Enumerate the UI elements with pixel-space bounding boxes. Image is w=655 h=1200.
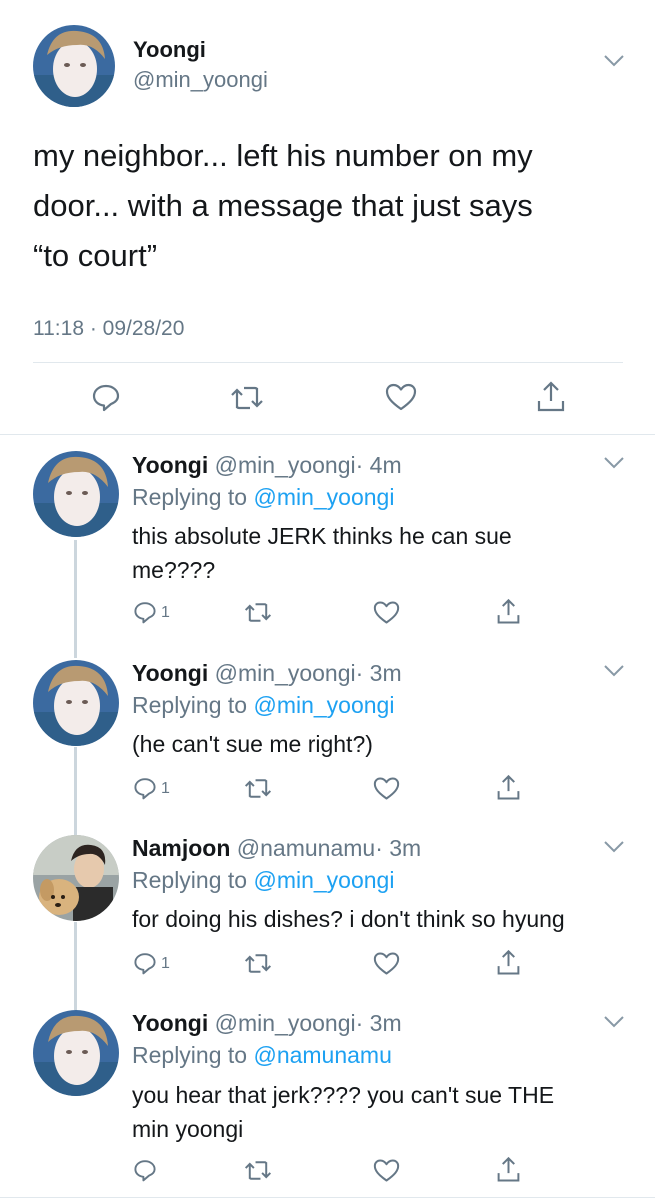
reply-header: Yoongi @min_yoongi· 3m xyxy=(132,660,402,687)
replying-to-mention[interactable]: @min_yoongi xyxy=(253,692,394,718)
like-icon[interactable] xyxy=(373,776,400,801)
reply-count: 1 xyxy=(161,604,170,621)
reply-count: 1 xyxy=(161,955,170,972)
author-avatar[interactable] xyxy=(33,25,115,107)
chevron-down-icon[interactable] xyxy=(603,840,625,854)
share-icon[interactable] xyxy=(496,773,521,801)
replying-to: Replying to @min_yoongi xyxy=(132,692,394,719)
reply-time: · 3m xyxy=(355,1010,402,1036)
thread-line xyxy=(74,922,77,1010)
reply-author-handle[interactable]: @min_yoongi xyxy=(215,1010,356,1036)
replying-to: Replying to @min_yoongi xyxy=(132,484,394,511)
reply-author-name[interactable]: Yoongi xyxy=(132,452,208,478)
reply-avatar[interactable] xyxy=(33,660,119,746)
share-icon[interactable] xyxy=(536,379,566,413)
retweet-icon[interactable] xyxy=(243,601,273,624)
share-icon[interactable] xyxy=(496,948,521,976)
chevron-down-icon[interactable] xyxy=(603,1015,625,1029)
reply-header: Yoongi @min_yoongi· 4m xyxy=(132,452,402,479)
reply-text-line-2: min yoongi xyxy=(132,1116,244,1142)
reply-author-name[interactable]: Yoongi xyxy=(132,660,208,686)
reply-icon[interactable] xyxy=(133,600,157,624)
reply-avatar[interactable] xyxy=(33,1010,119,1096)
author-handle[interactable]: @min_yoongi xyxy=(133,67,268,93)
reply-author-name[interactable]: Yoongi xyxy=(132,1010,208,1036)
retweet-icon[interactable] xyxy=(243,777,273,800)
reply-time: · 4m xyxy=(355,452,402,478)
chevron-down-icon[interactable] xyxy=(603,54,625,68)
like-icon[interactable] xyxy=(373,951,400,976)
main-divider xyxy=(33,362,623,363)
replying-to: Replying to @namunamu xyxy=(132,1042,392,1069)
reply-icon[interactable] xyxy=(133,776,157,800)
section-divider xyxy=(0,434,655,435)
tweet-text-line-1: my neighbor... left his number on my xyxy=(33,138,533,173)
like-icon[interactable] xyxy=(373,1158,400,1183)
thread-line xyxy=(74,540,77,658)
reply-icon[interactable] xyxy=(133,1158,157,1182)
reply-text-line-2: me???? xyxy=(132,557,216,583)
share-icon[interactable] xyxy=(496,597,521,625)
tweet-text-line-2: door... with a message that just says xyxy=(33,188,533,223)
replying-to-label: Replying to xyxy=(132,1042,254,1068)
replying-to-label: Replying to xyxy=(132,692,254,718)
retweet-icon[interactable] xyxy=(243,1159,273,1182)
chevron-down-icon[interactable] xyxy=(603,456,625,470)
replying-to-mention[interactable]: @namunamu xyxy=(253,1042,391,1068)
reply-text-line-1: you hear that jerk???? you can't sue THE xyxy=(132,1082,555,1108)
retweet-icon[interactable] xyxy=(243,952,273,975)
replying-to-mention[interactable]: @min_yoongi xyxy=(253,867,394,893)
thread-line xyxy=(74,747,77,835)
reply-author-handle[interactable]: @namunamu xyxy=(237,835,375,861)
share-icon[interactable] xyxy=(496,1155,521,1183)
reply-header: Yoongi @min_yoongi· 3m xyxy=(132,1010,402,1037)
like-icon[interactable] xyxy=(385,382,417,412)
like-icon[interactable] xyxy=(373,600,400,625)
reply-text-line-1: this absolute JERK thinks he can sue xyxy=(132,523,512,549)
retweet-icon[interactable] xyxy=(229,384,265,412)
reply-avatar[interactable] xyxy=(33,451,119,537)
author-name[interactable]: Yoongi xyxy=(133,37,206,63)
bottom-divider xyxy=(0,1197,655,1198)
reply-author-handle[interactable]: @min_yoongi xyxy=(215,660,356,686)
reply-text-line-1: (he can't sue me right?) xyxy=(132,731,373,757)
replying-to: Replying to @min_yoongi xyxy=(132,867,394,894)
replying-to-mention[interactable]: @min_yoongi xyxy=(253,484,394,510)
tweet-text-line-3: “to court” xyxy=(33,238,158,273)
reply-time: · 3m xyxy=(355,660,402,686)
replying-to-label: Replying to xyxy=(132,484,254,510)
reply-author-name[interactable]: Namjoon xyxy=(132,835,230,861)
tweet-timestamp[interactable]: 11:18 · 09/28/20 xyxy=(33,317,184,341)
replying-to-label: Replying to xyxy=(132,867,254,893)
reply-header: Namjoon @namunamu· 3m xyxy=(132,835,421,862)
reply-icon[interactable] xyxy=(91,382,121,412)
reply-time: · 3m xyxy=(375,835,422,861)
reply-author-handle[interactable]: @min_yoongi xyxy=(215,452,356,478)
chevron-down-icon[interactable] xyxy=(603,664,625,678)
reply-avatar[interactable] xyxy=(33,835,119,921)
reply-text-line-1: for doing his dishes? i don't think so h… xyxy=(132,906,565,932)
reply-count: 1 xyxy=(161,780,170,797)
reply-icon[interactable] xyxy=(133,951,157,975)
